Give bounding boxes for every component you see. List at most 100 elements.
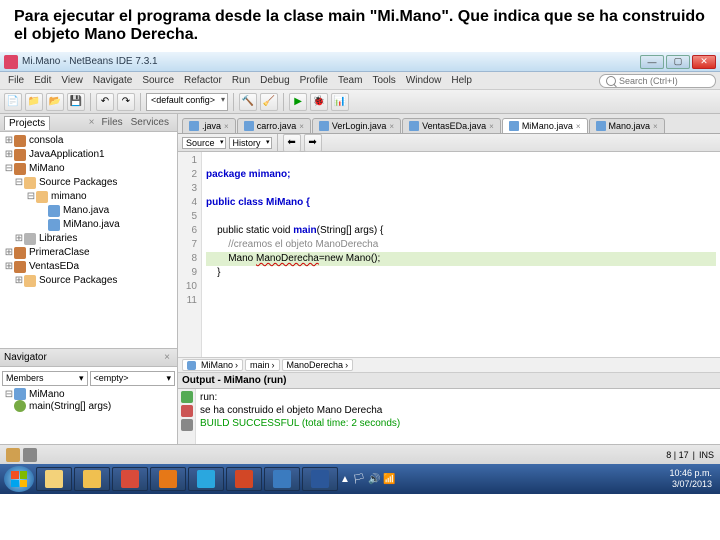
navigator-header: Navigator × — [0, 349, 177, 367]
panel-close-icon[interactable]: × — [161, 352, 173, 363]
menu-source[interactable]: Source — [138, 74, 178, 87]
tree-item[interactable]: MiMano.java — [2, 218, 177, 232]
crumb-class[interactable]: MiMano › — [182, 359, 243, 371]
editor-breadcrumb: MiMano › main › ManoDerecha › — [178, 357, 720, 373]
separator — [233, 93, 234, 111]
status-icon — [6, 448, 20, 462]
task-explorer[interactable] — [36, 467, 72, 491]
nav-method[interactable]: main(String[] args) — [2, 400, 175, 412]
editor-tab[interactable]: VentasEDa.java× — [402, 118, 501, 133]
menu-file[interactable]: File — [4, 74, 28, 87]
save-all-button[interactable]: 💾 — [67, 93, 85, 111]
save-icon[interactable] — [181, 419, 193, 431]
menu-view[interactable]: View — [57, 74, 87, 87]
system-tray[interactable]: ▲ 🏳 🔊 📶 — [340, 474, 396, 485]
menu-navigate[interactable]: Navigate — [89, 74, 136, 87]
history-tab[interactable]: History — [229, 137, 272, 149]
task-skype[interactable] — [188, 467, 224, 491]
slide-caption: Para ejecutar el programa desde la clase… — [0, 0, 720, 52]
code-editor[interactable]: 1234567891011 package mimano; public cla… — [178, 152, 720, 357]
crumb-var[interactable]: ManoDerecha › — [282, 359, 354, 371]
editor-tab[interactable]: carro.java× — [237, 118, 311, 133]
start-button[interactable] — [4, 466, 34, 492]
navigator-title: Navigator — [4, 352, 47, 363]
profile-button[interactable]: 📊 — [331, 93, 349, 111]
menu-tools[interactable]: Tools — [368, 74, 399, 87]
output-text[interactable]: run:se ha construido el objeto Mano Dere… — [196, 389, 720, 444]
close-button[interactable]: ✕ — [692, 55, 716, 69]
editor-tab[interactable]: Mano.java× — [589, 118, 665, 133]
separator — [90, 93, 91, 111]
members-combo[interactable]: Members▾ — [2, 371, 88, 386]
separator — [283, 93, 284, 111]
clock[interactable]: 10:46 p.m.3/07/2013 — [669, 468, 716, 490]
titlebar[interactable]: Mi.Mano - NetBeans IDE 7.3.1 — ▢ ✕ — [0, 52, 720, 72]
separator — [277, 134, 278, 152]
task-word[interactable] — [302, 467, 338, 491]
tab-services[interactable]: Services — [127, 116, 173, 129]
redo-button[interactable]: ↷ — [117, 93, 135, 111]
editor-tab[interactable]: VerLogin.java× — [312, 118, 401, 133]
task-firefox[interactable] — [150, 467, 186, 491]
projects-panel-header: Projects × Files Services — [0, 114, 177, 132]
clean-build-button[interactable]: 🧹 — [260, 93, 278, 111]
tree-item[interactable]: ⊞Libraries — [2, 232, 177, 246]
menu-profile[interactable]: Profile — [296, 74, 332, 87]
build-button[interactable]: 🔨 — [239, 93, 257, 111]
insert-mode: INS — [699, 450, 714, 460]
line-gutter: 1234567891011 — [178, 152, 202, 357]
tree-item[interactable]: ⊞PrimeraClase — [2, 246, 177, 260]
separator — [140, 93, 141, 111]
tree-item[interactable]: Mano.java — [2, 204, 177, 218]
menu-run[interactable]: Run — [228, 74, 254, 87]
editor-tab[interactable]: MiMano.java× — [502, 118, 588, 133]
debug-button[interactable]: 🐞 — [310, 93, 328, 111]
editor-toolbar: Source History ⬅ ➡ — [178, 134, 720, 152]
empty-combo[interactable]: <empty>▾ — [90, 371, 176, 386]
tab-projects[interactable]: Projects — [4, 116, 50, 130]
config-combo[interactable]: <default config> — [146, 93, 228, 111]
source-tab[interactable]: Source — [182, 137, 226, 149]
menu-help[interactable]: Help — [447, 74, 476, 87]
nav-back-button[interactable]: ⬅ — [283, 134, 301, 152]
menu-edit[interactable]: Edit — [30, 74, 55, 87]
tree-item[interactable]: ⊞consola — [2, 134, 177, 148]
menu-window[interactable]: Window — [402, 74, 446, 87]
undo-button[interactable]: ↶ — [96, 93, 114, 111]
new-project-button[interactable]: 📁 — [25, 93, 43, 111]
new-file-button[interactable]: 📄 — [4, 93, 22, 111]
nav-fwd-button[interactable]: ➡ — [304, 134, 322, 152]
crumb-method[interactable]: main › — [245, 359, 280, 371]
task-folder[interactable] — [74, 467, 110, 491]
navigator-body: Members▾ <empty>▾ ⊟MiMano main(String[] … — [0, 367, 177, 444]
menu-team[interactable]: Team — [334, 74, 366, 87]
tree-item[interactable]: ⊟Source Packages — [2, 176, 177, 190]
panel-close-icon[interactable]: × — [86, 117, 98, 128]
task-chrome[interactable] — [112, 467, 148, 491]
output-header[interactable]: Output - MiMano (run) — [178, 373, 720, 389]
tree-item[interactable]: ⊞VentasEDa — [2, 260, 177, 274]
menu-refactor[interactable]: Refactor — [180, 74, 226, 87]
nav-class[interactable]: ⊟MiMano — [2, 388, 175, 400]
tree-item[interactable]: ⊟mimano — [2, 190, 177, 204]
project-tree[interactable]: ⊞consola⊞JavaApplication1⊟MiMano⊟Source … — [0, 132, 177, 349]
minimize-button[interactable]: — — [640, 55, 664, 69]
maximize-button[interactable]: ▢ — [666, 55, 690, 69]
quick-search[interactable] — [599, 74, 716, 88]
rerun-icon[interactable] — [181, 391, 193, 403]
code-content[interactable]: package mimano; public class MiMano { pu… — [202, 152, 720, 357]
tree-item[interactable]: ⊟MiMano — [2, 162, 177, 176]
tab-files[interactable]: Files — [98, 116, 127, 129]
tree-item[interactable]: ⊞Source Packages — [2, 274, 177, 288]
window-title: Mi.Mano - NetBeans IDE 7.3.1 — [22, 56, 638, 67]
editor-tab[interactable]: .java× — [182, 118, 236, 133]
stop-icon[interactable] — [181, 405, 193, 417]
task-powerpoint[interactable] — [226, 467, 262, 491]
task-netbeans[interactable] — [264, 467, 300, 491]
search-input[interactable] — [619, 76, 709, 86]
open-button[interactable]: 📂 — [46, 93, 64, 111]
tree-item[interactable]: ⊞JavaApplication1 — [2, 148, 177, 162]
output-panel: run:se ha construido el objeto Mano Dere… — [178, 389, 720, 444]
run-button[interactable]: ▶ — [289, 93, 307, 111]
menu-debug[interactable]: Debug — [256, 74, 293, 87]
